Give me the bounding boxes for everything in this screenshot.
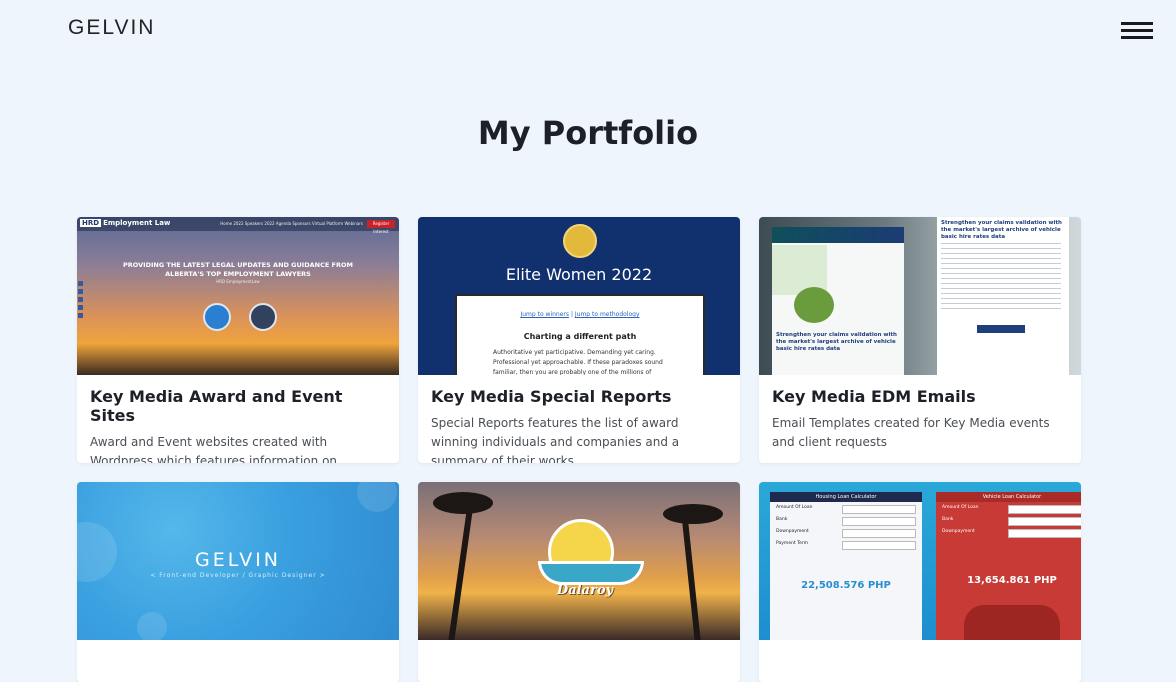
- portfolio-card-special-reports[interactable]: Elite Women 2022 Jump to winners | Jump …: [418, 217, 740, 463]
- email-preview-left: Strengthen your claims validation with t…: [772, 227, 904, 375]
- thumb-subheading: Charting a different path: [523, 332, 637, 341]
- card-thumbnail[interactable]: Strengthen your claims validation with t…: [759, 217, 1081, 375]
- card-thumbnail[interactable]: Housing Loan Calculator Amount Of Loan B…: [759, 482, 1081, 640]
- car-silhouette-icon: [964, 605, 1060, 640]
- resort-name: Dalaroy: [556, 583, 614, 598]
- site-logo[interactable]: GELVIN: [68, 16, 155, 40]
- thumb-document: Jump to winners | Jump to methodology Ch…: [455, 294, 705, 375]
- card-thumbnail[interactable]: Dalaroy: [418, 482, 740, 640]
- card-title[interactable]: Key Media Award and Event Sites: [90, 387, 386, 425]
- email-heading: Strengthen your claims validation with t…: [776, 332, 897, 352]
- loan-result: 22,508.576 PHP: [801, 580, 891, 591]
- site-header: GELVIN: [0, 0, 1176, 60]
- thumb-nav-links: Home 2022 Speakers 2022 Agenda Sponsors …: [220, 221, 363, 226]
- thumb-subline: HRD EmploymentLaw: [216, 279, 260, 284]
- card-title[interactable]: Key Media EDM Emails: [772, 387, 1068, 406]
- email-heading: Strengthen your claims validation with t…: [941, 220, 1062, 240]
- email-cta-button: [977, 325, 1025, 333]
- portfolio-card-award-sites[interactable]: HRD Employment Law Home 2022 Speakers 202…: [77, 217, 399, 463]
- card-thumbnail[interactable]: HRD Employment Law Home 2022 Speakers 202…: [77, 217, 399, 375]
- social-share-icons: [78, 281, 83, 321]
- vehicle-loan-panel: Vehicle Loan Calculator Amount Of Loan B…: [936, 492, 1081, 640]
- thumb-register-button: Register Interest: [367, 220, 395, 234]
- thumb-brand: HRD Employment Law: [80, 219, 171, 227]
- hamburger-menu-icon[interactable]: [1121, 22, 1153, 40]
- email-preview-right: Strengthen your claims validation with t…: [937, 217, 1069, 375]
- card-thumbnail[interactable]: Elite Women 2022 Jump to winners | Jump …: [418, 217, 740, 375]
- portfolio-card-edm-emails[interactable]: Strengthen your claims validation with t…: [759, 217, 1081, 463]
- laptop-graphic-icon: [794, 287, 834, 323]
- loan-result: 13,654.861 PHP: [967, 575, 1057, 586]
- panel-title: Vehicle Loan Calculator: [936, 492, 1081, 502]
- thumb-name: GELVIN: [194, 549, 282, 571]
- housing-loan-panel: Housing Loan Calculator Amount Of Loan B…: [770, 492, 922, 640]
- thumb-body: Authoritative yet participative. Demandi…: [493, 349, 663, 375]
- thumb-headline: PROVIDING THE LATEST LEGAL UPDATES AND G…: [123, 261, 353, 278]
- cphr-badge-icon: [203, 303, 231, 331]
- wave-icon: [538, 561, 644, 585]
- card-description: Special Reports features the list of awa…: [431, 416, 680, 463]
- elite-medal-icon: [563, 224, 597, 258]
- card-title[interactable]: Key Media Special Reports: [431, 387, 727, 406]
- thumb-tagline: < Front-end Developer / Graphic Designer…: [150, 572, 326, 579]
- card-description: Award and Event websites created with Wo…: [90, 435, 338, 463]
- thumb-nav: HRD Employment Law Home 2022 Speakers 202…: [77, 217, 399, 234]
- resort-logo: Dalaroy: [528, 517, 644, 601]
- portfolio-card-gelvin-site[interactable]: GELVIN < Front-end Developer / Graphic D…: [77, 482, 399, 682]
- cp-badge-icon: [249, 303, 277, 331]
- portfolio-card-beach-resort[interactable]: Dalaroy: [418, 482, 740, 682]
- page-title: My Portfolio: [477, 114, 699, 152]
- portfolio-card-loan-calculators[interactable]: Housing Loan Calculator Amount Of Loan B…: [759, 482, 1081, 682]
- card-thumbnail[interactable]: GELVIN < Front-end Developer / Graphic D…: [77, 482, 399, 640]
- thumb-links: Jump to winners | Jump to methodology: [520, 311, 640, 318]
- thumb-heading: Elite Women 2022: [505, 265, 653, 284]
- card-description: Email Templates created for Key Media ev…: [772, 416, 1050, 449]
- panel-title: Housing Loan Calculator: [770, 492, 922, 502]
